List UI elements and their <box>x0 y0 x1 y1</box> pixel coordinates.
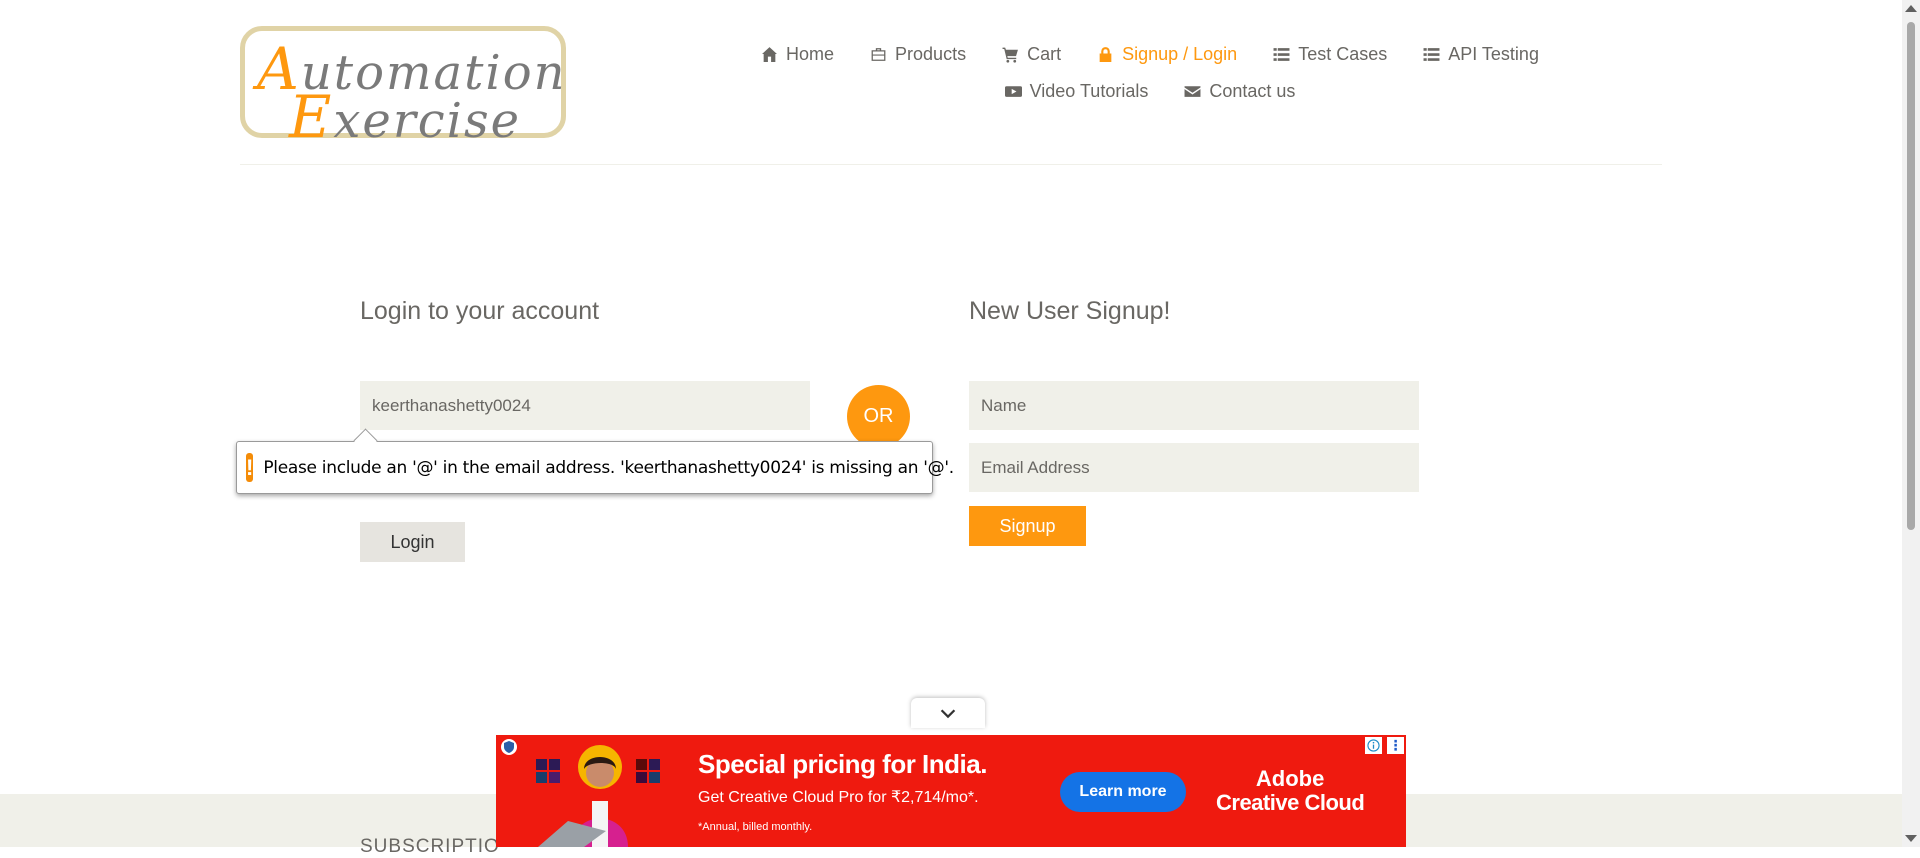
subscription-heading: SUBSCRIPTIO <box>360 836 500 857</box>
validation-message: Please include an '@' in the email addre… <box>263 457 954 478</box>
lock-icon <box>1099 47 1112 62</box>
nav-signup-login-label: Signup / Login <box>1122 44 1238 64</box>
nav-contact-us-label: Contact us <box>1209 81 1296 101</box>
ad-info-icon[interactable] <box>1365 737 1382 754</box>
ad-promo-image <box>536 745 660 847</box>
cart-icon <box>1002 47 1019 63</box>
ad-menu-icon[interactable]: ⋮ <box>1387 737 1404 754</box>
nav-video-tutorials[interactable]: Video Tutorials <box>1004 81 1149 102</box>
nav-api-testing[interactable]: API Testing <box>1423 44 1539 65</box>
scroll-down-arrow-icon[interactable] <box>1905 835 1917 842</box>
scrollbar-thumb[interactable] <box>1907 22 1915 530</box>
signup-button[interactable]: Signup <box>969 506 1086 546</box>
or-divider: OR <box>847 385 910 448</box>
nav-row-1: Home Products Cart Signup / Login Test C… <box>740 36 1560 73</box>
nav-products-label: Products <box>895 44 967 64</box>
signup-name-input[interactable] <box>969 381 1419 430</box>
nav-api-testing-label: API Testing <box>1448 44 1539 64</box>
nav-home[interactable]: Home <box>761 44 834 65</box>
ad-collapse-button[interactable] <box>911 698 985 728</box>
ad-brand-line-1: Adobe <box>1255 766 1325 791</box>
ad-learn-more-button[interactable]: Learn more <box>1060 772 1186 812</box>
nav-products[interactable]: Products <box>870 44 966 65</box>
scroll-up-arrow-icon[interactable] <box>1905 5 1917 12</box>
site-logo[interactable]: Automation Exercise <box>240 26 566 151</box>
warning-icon: ! <box>246 453 254 482</box>
signup-title: New User Signup! <box>969 297 1171 325</box>
list-icon <box>1273 48 1290 61</box>
nav-cart[interactable]: Cart <box>1002 44 1061 65</box>
nav-home-label: Home <box>786 44 835 64</box>
login-email-input[interactable] <box>360 381 810 430</box>
home-icon <box>762 47 777 62</box>
nav-test-cases[interactable]: Test Cases <box>1273 44 1387 65</box>
envelope-icon <box>1184 86 1201 97</box>
header-divider <box>240 164 1662 165</box>
ad-subtext: Get Creative Cloud Pro for ₹2,714/mo*. <box>698 789 979 806</box>
nav-contact-us[interactable]: Contact us <box>1184 81 1295 102</box>
adobe-brand: Adobe Creative Cloud <box>1216 766 1365 815</box>
chevron-down-icon <box>940 709 956 719</box>
nav-cart-label: Cart <box>1027 44 1062 64</box>
shield-icon <box>501 739 517 755</box>
main-nav: Home Products Cart Signup / Login Test C… <box>740 36 1560 110</box>
login-title: Login to your account <box>360 297 600 325</box>
advertisement-banner[interactable]: Special pricing for India. Get Creative … <box>496 735 1406 847</box>
nav-signup-login[interactable]: Signup / Login <box>1097 44 1237 65</box>
nav-row-2: Video Tutorials Contact us <box>740 73 1560 110</box>
page-scrollbar[interactable] <box>1902 0 1920 847</box>
ad-fineprint: *Annual, billed monthly. <box>698 821 813 833</box>
list-icon <box>1423 48 1440 61</box>
tooltip-arrow <box>353 428 378 453</box>
signup-email-input[interactable] <box>969 443 1419 492</box>
ad-headline: Special pricing for India. <box>698 749 987 779</box>
logo-cap-e: E <box>289 83 334 151</box>
logo-text-exercise: xercise <box>333 93 522 149</box>
nav-test-cases-label: Test Cases <box>1298 44 1388 64</box>
ad-brand-line-2: Creative Cloud <box>1216 790 1365 815</box>
youtube-icon <box>1004 86 1022 97</box>
nav-video-tutorials-label: Video Tutorials <box>1029 81 1149 101</box>
validation-tooltip: ! Please include an '@' in the email add… <box>236 428 954 494</box>
login-button[interactable]: Login <box>360 522 465 562</box>
logo-line-2: Exercise <box>289 83 521 151</box>
briefcase-icon <box>871 48 886 61</box>
